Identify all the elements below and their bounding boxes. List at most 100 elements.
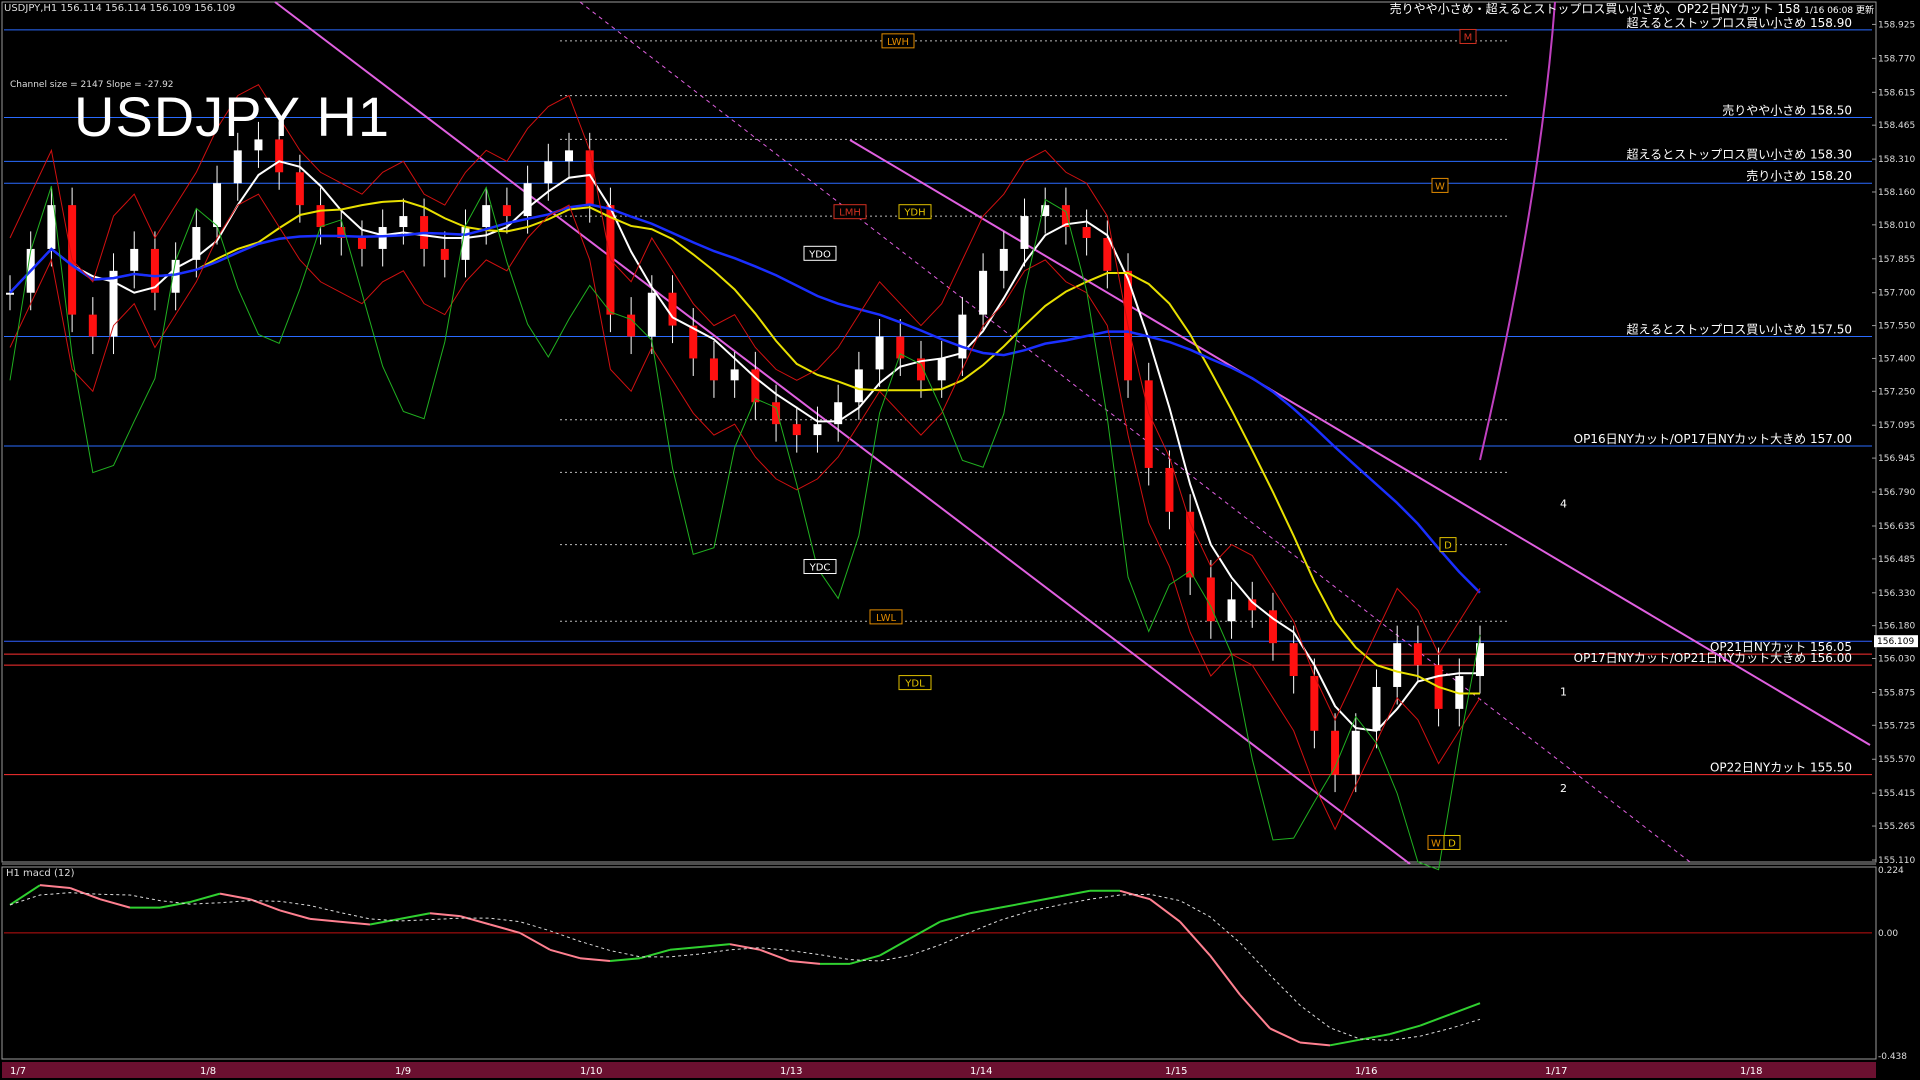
price-tick-label: 157.250: [1878, 387, 1915, 397]
candle-body: [1082, 227, 1091, 238]
price-tick-label: 156.485: [1878, 555, 1915, 565]
candle-body: [668, 292, 677, 326]
candle-body: [399, 216, 408, 228]
candle-body: [1227, 599, 1236, 622]
candle-body: [88, 314, 97, 337]
level-tag: YDO: [808, 249, 831, 260]
price-tick-label: 158.465: [1878, 121, 1915, 131]
candle-body: [6, 292, 14, 295]
macd-header: H1 macd (12): [6, 868, 75, 879]
candle-body: [295, 172, 304, 206]
candle-body: [378, 227, 387, 249]
chart-title: USDJPY H1: [74, 85, 391, 148]
level-tag: YDC: [809, 563, 831, 574]
candle-body: [1289, 643, 1298, 677]
price-tick-label: 155.265: [1878, 822, 1915, 832]
price-tick-label: 155.875: [1878, 688, 1915, 698]
date-label: 1/14: [970, 1066, 992, 1077]
level-label: 超えるとストップロス買い小さめ 158.90: [1627, 15, 1852, 30]
price-tick-label: 157.095: [1878, 421, 1915, 431]
level-tag: YDL: [904, 679, 925, 690]
date-label: 1/18: [1740, 1066, 1762, 1077]
price-tick-label: 156.030: [1878, 654, 1915, 664]
candle-body: [730, 369, 739, 381]
current-price-label: 156.109: [1877, 637, 1914, 647]
projection-label: 4: [1560, 497, 1567, 510]
top-note-text: 売りやや小さめ・超えるとストップロス買い小さめ、OP22日NYカット 158: [1389, 2, 1801, 16]
level-tag: LWH: [887, 37, 909, 48]
price-tick-label: 158.310: [1878, 155, 1915, 165]
candle-body: [130, 248, 139, 271]
candle-body: [233, 150, 242, 184]
candle-body: [647, 292, 656, 337]
candle-body: [1310, 676, 1319, 731]
candle-body: [937, 358, 946, 381]
price-tick-label: 158.925: [1878, 20, 1915, 30]
candle-body: [357, 237, 366, 249]
price-tick-label: 155.110: [1878, 856, 1915, 866]
level-label: 売りやや小さめ 158.50: [1722, 103, 1852, 118]
candle-body: [440, 248, 449, 260]
projection-label: 2: [1560, 782, 1567, 795]
level-label: 超えるとストップロス買い小さめ 157.50: [1627, 322, 1852, 337]
candle-body: [1144, 380, 1153, 468]
level-tag: LWL: [876, 613, 897, 624]
projection-label: 1: [1560, 686, 1567, 699]
candle-body: [772, 402, 781, 425]
candle-body: [813, 424, 822, 436]
price-tick-label: 156.330: [1878, 589, 1915, 599]
macd-tick-label: 0.224: [1878, 866, 1904, 876]
level-tag: D: [1444, 541, 1452, 552]
candle-body: [502, 205, 511, 217]
candle-body: [792, 424, 801, 436]
level-tag: W: [1435, 181, 1445, 192]
candle-body: [1413, 643, 1422, 666]
price-tick-label: 157.700: [1878, 289, 1915, 299]
candle-body: [213, 183, 222, 228]
candle-body: [999, 248, 1008, 271]
price-tick-label: 156.635: [1878, 522, 1915, 532]
candle-body: [709, 358, 718, 381]
level-label: OP16日NYカット/OP17日NYカット大きめ 157.00: [1574, 432, 1852, 446]
level-label: 売り小さめ 158.20: [1746, 168, 1852, 183]
price-tick-label: 158.160: [1878, 188, 1915, 198]
usdjpy-h1-chart: 超えるとストップロス買い小さめ 158.90 売りやや小さめ 158.50 超えると…: [0, 0, 1920, 1080]
price-tick-label: 158.770: [1878, 54, 1915, 64]
candle-body: [979, 270, 988, 315]
date-label: 1/10: [580, 1066, 602, 1077]
level-label: OP17日NYカット/OP21日NYカット大きめ 156.00: [1574, 651, 1852, 665]
date-label: 1/16: [1355, 1066, 1377, 1077]
price-tick-label: 155.570: [1878, 755, 1915, 765]
candle-body: [1165, 467, 1174, 512]
level-tag: M: [1464, 32, 1473, 43]
macd-tick-label: 0.00: [1878, 929, 1898, 939]
candle-body: [1206, 577, 1215, 622]
candle-body: [544, 161, 553, 184]
date-label: 1/13: [780, 1066, 802, 1077]
date-label: 1/7: [10, 1066, 26, 1077]
price-tick-label: 156.945: [1878, 454, 1915, 464]
price-tick-label: 157.855: [1878, 255, 1915, 265]
price-tick-label: 158.010: [1878, 221, 1915, 231]
candle-body: [1020, 216, 1029, 249]
price-tick-label: 158.615: [1878, 88, 1915, 98]
level-tag: D: [1448, 838, 1456, 849]
symbol-header: USDJPY,H1 156.114 156.114 156.109 156.10…: [4, 3, 236, 14]
level-tag: W: [1431, 838, 1441, 849]
candle-body: [875, 336, 884, 370]
candle-body: [565, 150, 574, 162]
date-label: 1/9: [395, 1066, 411, 1077]
price-tick-label: 156.180: [1878, 622, 1915, 632]
candle-body: [1372, 686, 1381, 731]
level-label: 超えるとストップロス買い小さめ 158.30: [1627, 146, 1852, 161]
candle-body: [482, 205, 491, 228]
level-label: OP22日NYカット 155.50: [1710, 761, 1852, 775]
price-tick-label: 155.725: [1878, 721, 1915, 731]
candle-body: [1351, 730, 1360, 775]
level-tag: YDH: [903, 208, 925, 219]
level-tag: LMH: [839, 208, 861, 219]
price-tick-label: 157.400: [1878, 354, 1915, 364]
date-label: 1/8: [200, 1066, 216, 1077]
candle-body: [316, 205, 325, 228]
date-label: 1/17: [1545, 1066, 1567, 1077]
